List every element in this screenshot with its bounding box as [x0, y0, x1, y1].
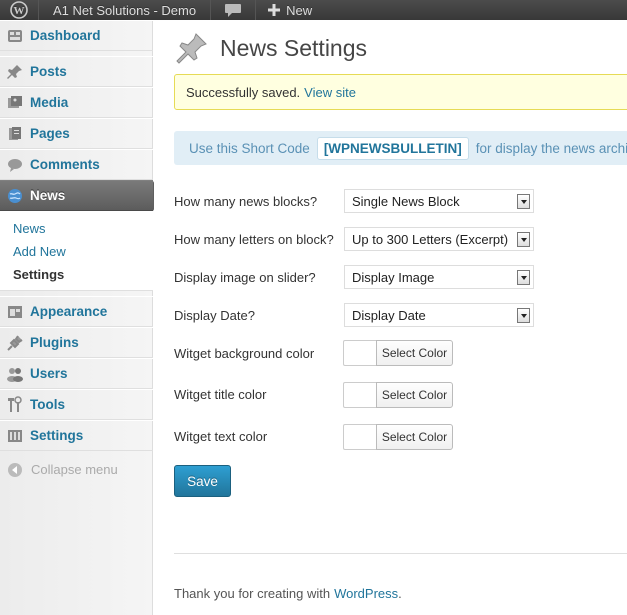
sidebar-item-label: Posts [30, 64, 67, 79]
select-value: Display Date [352, 307, 426, 323]
comment-icon [225, 4, 242, 17]
select-value: Up to 300 Letters (Excerpt) [352, 231, 509, 247]
footer-credit: Thank you for creating with WordPress. [174, 586, 402, 601]
background-color-picker[interactable]: Select Color [343, 340, 453, 366]
wordpress-logo-button[interactable]: W [0, 0, 38, 20]
media-icon [6, 94, 24, 112]
sidebar-item-pages[interactable]: Pages [0, 118, 153, 149]
admin-bar: W A1 Net Solutions - Demo New [0, 0, 627, 20]
admin-sidebar: Dashboard Posts Media Pages Comments New… [0, 20, 162, 615]
svg-text:W: W [14, 5, 25, 17]
sidebar-item-label: Settings [30, 428, 84, 443]
collapse-menu-button[interactable]: Collapse menu [8, 462, 118, 477]
page-header: News Settings [174, 30, 367, 66]
select-value: Display Image [352, 269, 435, 285]
pushpin-icon [174, 30, 210, 66]
wordpress-icon: W [10, 1, 28, 19]
wordpress-link[interactable]: WordPress [334, 586, 398, 601]
settings-icon [6, 427, 24, 445]
title-color-picker[interactable]: Select Color [343, 382, 453, 408]
page-title: News Settings [220, 34, 368, 61]
save-button[interactable]: Save [174, 465, 231, 497]
sidebar-item-label: Plugins [30, 335, 79, 350]
new-content-button[interactable]: New [256, 0, 324, 20]
pages-icon [6, 125, 24, 143]
comments-button[interactable] [211, 0, 255, 20]
success-notice: Successfully saved. View site [174, 74, 627, 110]
chevron-down-icon [517, 270, 530, 285]
sidebar-item-label: Dashboard [30, 28, 101, 43]
chevron-down-icon [517, 194, 530, 209]
display-image-select[interactable]: Display Image [344, 265, 534, 289]
select-value: Single News Block [352, 193, 460, 209]
shortcode-info: Use this Short Code [WPNEWSBULLETIN] for… [174, 131, 627, 165]
shortcode-value[interactable]: [WPNEWSBULLETIN] [316, 136, 469, 160]
sidebar-item-label: Comments [30, 157, 100, 172]
sidebar-item-tools[interactable]: Tools [0, 389, 153, 420]
news-submenu: News Add New Settings [0, 211, 153, 291]
display-image-label: Display image on slider? [174, 270, 316, 285]
select-color-button[interactable]: Select Color [376, 424, 453, 450]
sidebar-item-settings[interactable]: Settings [0, 420, 153, 451]
sidebar-item-label: Pages [30, 126, 70, 141]
display-date-label: Display Date? [174, 308, 255, 323]
appearance-icon [6, 303, 24, 321]
sidebar-item-appearance[interactable]: Appearance [0, 296, 153, 327]
submenu-item-news[interactable]: News [13, 221, 46, 236]
submenu-item-add-new[interactable]: Add New [13, 244, 66, 259]
select-color-button[interactable]: Select Color [376, 340, 453, 366]
sidebar-item-label: Appearance [30, 304, 108, 319]
globe-icon [6, 187, 24, 205]
pushpin-icon [6, 63, 24, 81]
sidebar-item-label: Media [30, 95, 69, 110]
letters-label: How many letters on block? [174, 232, 334, 247]
sidebar-item-media[interactable]: Media [0, 87, 153, 118]
select-color-button[interactable]: Select Color [376, 382, 453, 408]
users-icon [6, 365, 24, 383]
tools-icon [6, 395, 24, 414]
sidebar-item-plugins[interactable]: Plugins [0, 327, 153, 358]
letters-select[interactable]: Up to 300 Letters (Excerpt) [344, 227, 534, 251]
view-site-link[interactable]: View site [304, 85, 356, 100]
display-date-select[interactable]: Display Date [344, 303, 534, 327]
color-swatch[interactable] [343, 382, 376, 408]
text-color-picker[interactable]: Select Color [343, 424, 453, 450]
chevron-down-icon [517, 308, 530, 323]
title-color-label: Witget title color [174, 387, 267, 402]
sidebar-item-label: Tools [30, 397, 65, 412]
footer-divider [174, 553, 627, 554]
new-label: New [286, 2, 313, 18]
submenu-item-settings[interactable]: Settings [13, 267, 64, 282]
chevron-down-icon [517, 232, 530, 247]
text-color-label: Witget text color [174, 429, 268, 444]
sidebar-item-label: Users [30, 366, 68, 381]
color-swatch[interactable] [343, 424, 376, 450]
shortcode-prefix: Use this Short Code [189, 140, 310, 156]
background-color-label: Witget background color [174, 346, 315, 361]
main-content: News Settings Successfully saved. View s… [154, 20, 627, 615]
notice-text: Successfully saved. [186, 84, 301, 100]
news-blocks-select[interactable]: Single News Block [344, 189, 534, 213]
dashboard-icon [6, 27, 24, 45]
sidebar-item-label: News [30, 188, 66, 203]
comment-icon [6, 156, 24, 174]
news-blocks-label: How many news blocks? [174, 194, 318, 209]
collapse-menu-label: Collapse menu [31, 462, 118, 477]
plug-icon [6, 334, 24, 352]
shortcode-suffix: for display the news archive/se [475, 140, 627, 156]
footer-end: . [398, 586, 402, 601]
sidebar-item-comments[interactable]: Comments [0, 149, 153, 180]
color-swatch[interactable] [343, 340, 376, 366]
collapse-arrow-icon [8, 462, 22, 477]
sidebar-item-dashboard[interactable]: Dashboard [0, 20, 153, 51]
sidebar-item-users[interactable]: Users [0, 358, 153, 389]
sidebar-item-news[interactable]: News [0, 180, 162, 211]
sidebar-item-posts[interactable]: Posts [0, 56, 153, 87]
plus-icon [268, 4, 281, 16]
site-name-link[interactable]: A1 Net Solutions - Demo [39, 0, 210, 20]
footer-text: Thank you for creating with [174, 586, 331, 601]
site-name-label: A1 Net Solutions - Demo [53, 2, 197, 18]
